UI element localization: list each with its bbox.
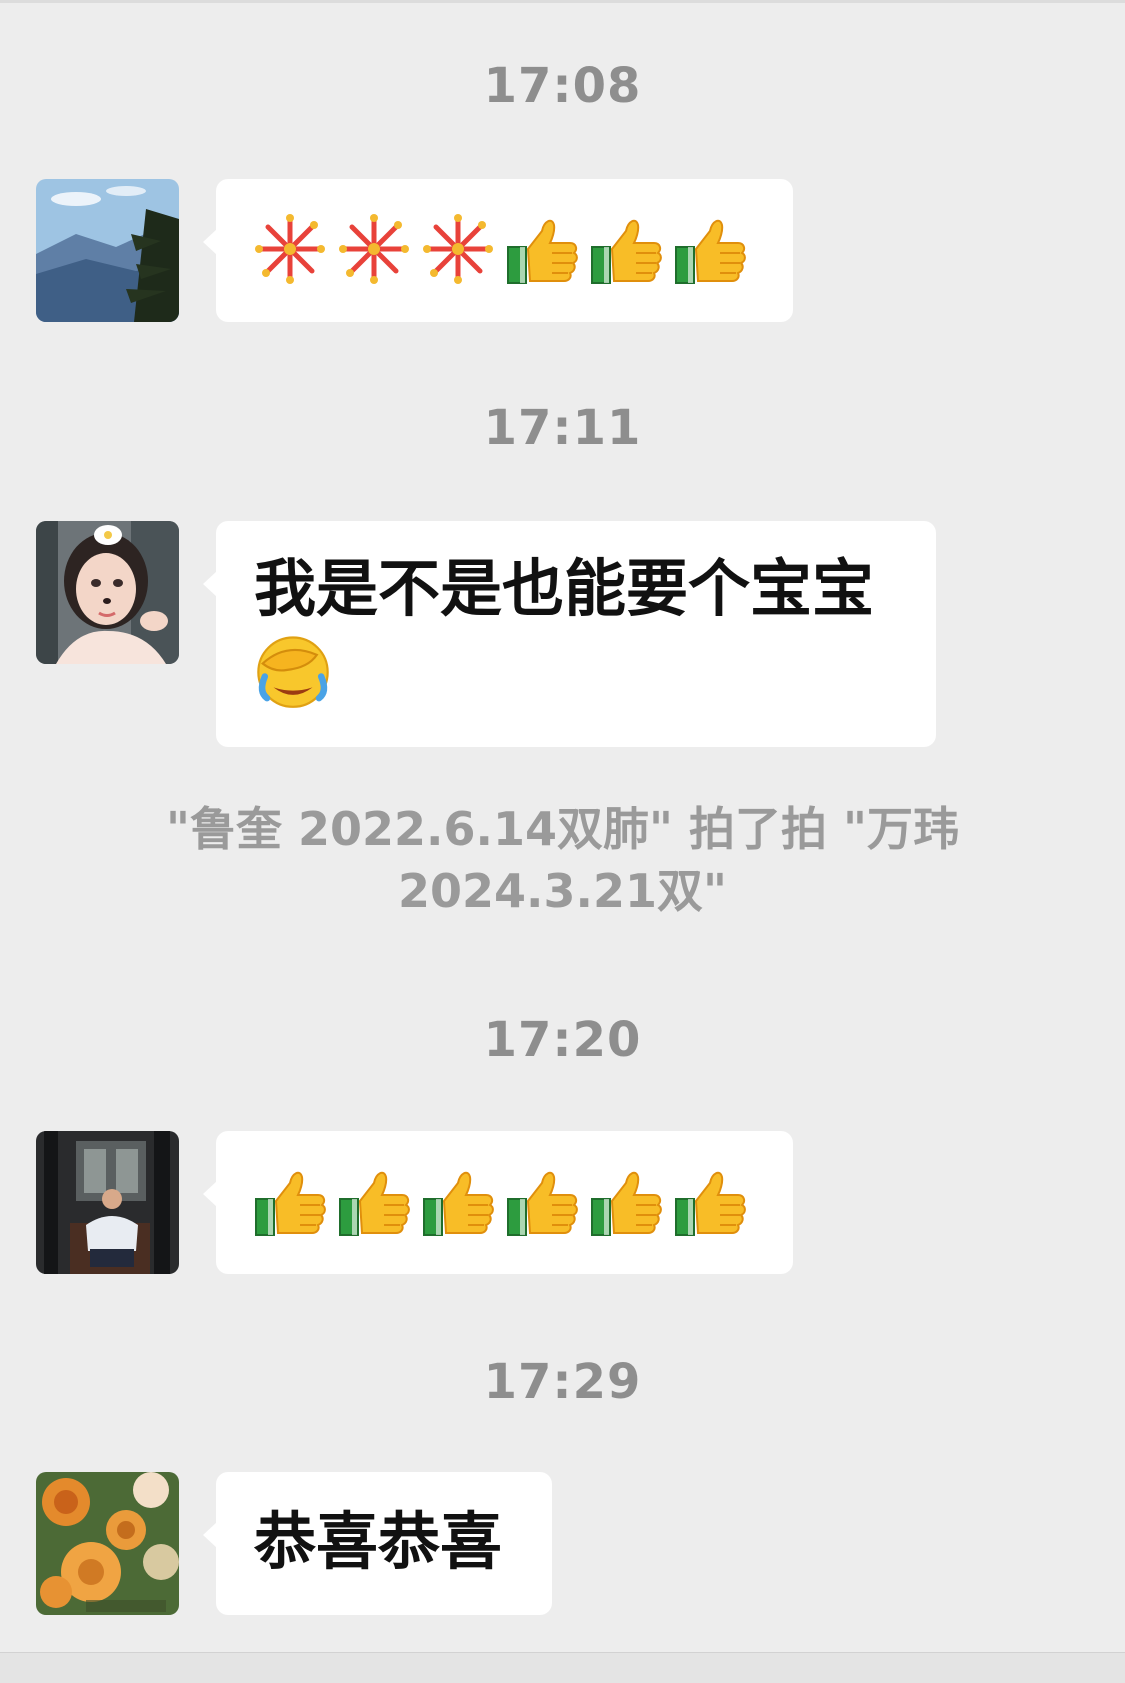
thumbs-up-icon [591, 1171, 662, 1236]
timestamp: 17:08 [483, 58, 642, 114]
woman-portrait-avatar[interactable] [36, 521, 179, 664]
message-bubble[interactable] [203, 1131, 793, 1274]
thumbs-up-icon [591, 219, 662, 284]
thumbs-up-icon [507, 219, 578, 284]
message-text: 恭喜恭喜 [254, 1505, 503, 1578]
message-bubble[interactable]: 恭喜恭喜 [203, 1472, 552, 1615]
man-in-chair-avatar[interactable] [36, 1131, 179, 1274]
emoji-row [254, 1165, 755, 1237]
thumbs-up-icon [675, 219, 746, 284]
timestamp: 17:11 [483, 400, 642, 456]
input-bar-edge [0, 1652, 1125, 1683]
thumbs-up-icon [339, 1171, 410, 1236]
timestamp: 17:20 [483, 1012, 642, 1068]
thumbs-up-icon [675, 1171, 746, 1236]
flowers-avatar[interactable] [36, 1472, 179, 1615]
mountain-pine-avatar[interactable] [36, 179, 179, 322]
fireworks-icon [423, 214, 493, 284]
fireworks-icon [339, 214, 409, 284]
timestamp: 17:29 [483, 1354, 642, 1410]
thumbs-up-icon [255, 1171, 326, 1236]
facepalm-laugh-icon [257, 636, 329, 708]
top-edge [0, 0, 1125, 3]
thumbs-up-icon [423, 1171, 494, 1236]
message-text: 我是不是也能要个宝宝 [254, 552, 875, 625]
fireworks-icon [255, 214, 325, 284]
thumbs-up-icon [507, 1171, 578, 1236]
message-bubble[interactable]: 我是不是也能要个宝宝 [203, 521, 936, 747]
emoji-row [254, 213, 755, 285]
system-poke-message: "鲁奎 2022.6.14双肺" 拍了拍 "万玮 2024.3.21双" [166, 802, 959, 918]
message-bubble[interactable] [203, 179, 793, 322]
